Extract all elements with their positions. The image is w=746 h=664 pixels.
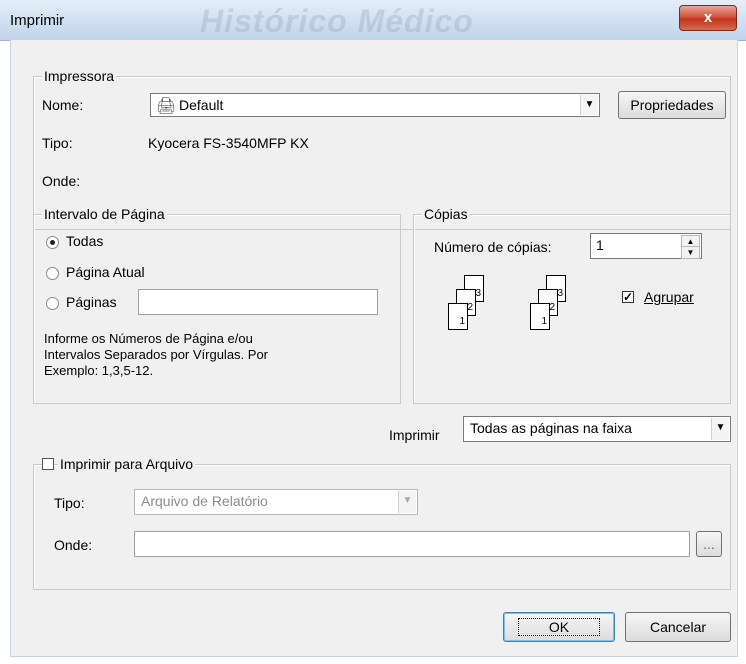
page-range-help-line-2: Intervalos Separados por Vírgulas. Por (44, 347, 269, 362)
cancel-button-label: Cancelar (649, 619, 707, 635)
radio-current-page-label[interactable]: Página Atual (66, 264, 145, 280)
page-range-group: Intervalo de Página Todas Página Atual P… (33, 206, 401, 404)
collate-illustration-2: 3 2 1 (518, 275, 588, 355)
print-scope-select[interactable]: Todas as páginas na faixa ▼ (463, 416, 731, 442)
print-scope-value: Todas as páginas na faixa (470, 420, 632, 436)
cancel-button[interactable]: Cancelar (625, 612, 731, 642)
copies-group-label: Cópias (422, 206, 470, 222)
printer-group-label: Impressora (42, 68, 117, 84)
file-type-select[interactable]: Arquivo de Relatório ▼ (134, 489, 418, 515)
page-range-help-line-3: Exemplo: 1,3,5-12. (44, 363, 154, 378)
copies-count-value: 1 (596, 237, 604, 253)
page-range-help-line-1: Informe os Números de Página e/ou (44, 331, 253, 346)
browse-button-label: ... (703, 536, 715, 552)
printer-type-value: Kyocera FS-3540MFP KX (148, 135, 309, 151)
close-button[interactable]: x (679, 5, 737, 31)
print-to-file-label[interactable]: Imprimir para Arquivo (58, 456, 196, 472)
radio-all-pages[interactable] (46, 236, 59, 249)
pages-input[interactable] (138, 289, 378, 315)
copies-count-stepper[interactable]: 1 ▲ ▼ (590, 233, 702, 259)
radio-current-page[interactable] (46, 267, 59, 280)
collate-illustration-1: 3 2 1 (436, 275, 506, 355)
printer-name-value: Default (179, 97, 224, 113)
printer-icon: 🖨 (156, 98, 177, 115)
print-scope-label: Imprimir (389, 427, 440, 443)
radio-all-pages-label[interactable]: Todas (66, 233, 103, 249)
printer-where-label: Onde: (42, 173, 81, 189)
file-type-value: Arquivo de Relatório (141, 493, 268, 509)
file-where-label: Onde: (54, 537, 93, 553)
page-range-group-label: Intervalo de Página (42, 206, 167, 222)
copies-group: Cópias Número de cópias: 1 ▲ ▼ 3 2 1 3 2… (413, 206, 731, 404)
collate-page-1b: 1 (530, 303, 550, 330)
printer-type-label: Tipo: (42, 135, 73, 151)
chevron-down-icon[interactable]: ▼ (711, 418, 729, 440)
chevron-down-icon[interactable]: ▼ (398, 491, 416, 513)
ok-button-label: OK (517, 618, 601, 636)
title-bar: Imprimir Histórico Médico x (0, 0, 746, 41)
print-dialog: Impressora Nome: 🖨 Default ▼ Propriedade… (10, 40, 738, 657)
properties-button[interactable]: Propriedades (618, 91, 726, 119)
copies-count-label: Número de cópias: (434, 239, 552, 255)
printer-name-label: Nome: (42, 97, 84, 113)
window-title: Imprimir (10, 12, 65, 29)
collate-label[interactable]: Agrupar (644, 289, 694, 305)
print-to-file-group: Imprimir para Arquivo Tipo: Arquivo de R… (33, 456, 731, 590)
browse-button[interactable]: ... (696, 531, 722, 557)
file-type-label: Tipo: (54, 495, 85, 511)
radio-pages[interactable] (46, 297, 59, 310)
file-where-input[interactable] (134, 531, 690, 557)
ok-button[interactable]: OK (503, 612, 615, 642)
radio-pages-label[interactable]: Páginas (66, 294, 117, 310)
collate-checkbox[interactable]: ✓ (622, 291, 634, 303)
collate-page-1: 1 (448, 303, 468, 330)
print-to-file-checkbox[interactable] (42, 458, 54, 470)
properties-button-label: Propriedades (630, 97, 714, 113)
title-watermark: Histórico Médico (200, 3, 474, 39)
copies-down-arrow-icon[interactable]: ▼ (681, 246, 700, 259)
chevron-down-icon[interactable]: ▼ (580, 95, 598, 115)
printer-name-select[interactable]: 🖨 Default ▼ (150, 93, 600, 117)
